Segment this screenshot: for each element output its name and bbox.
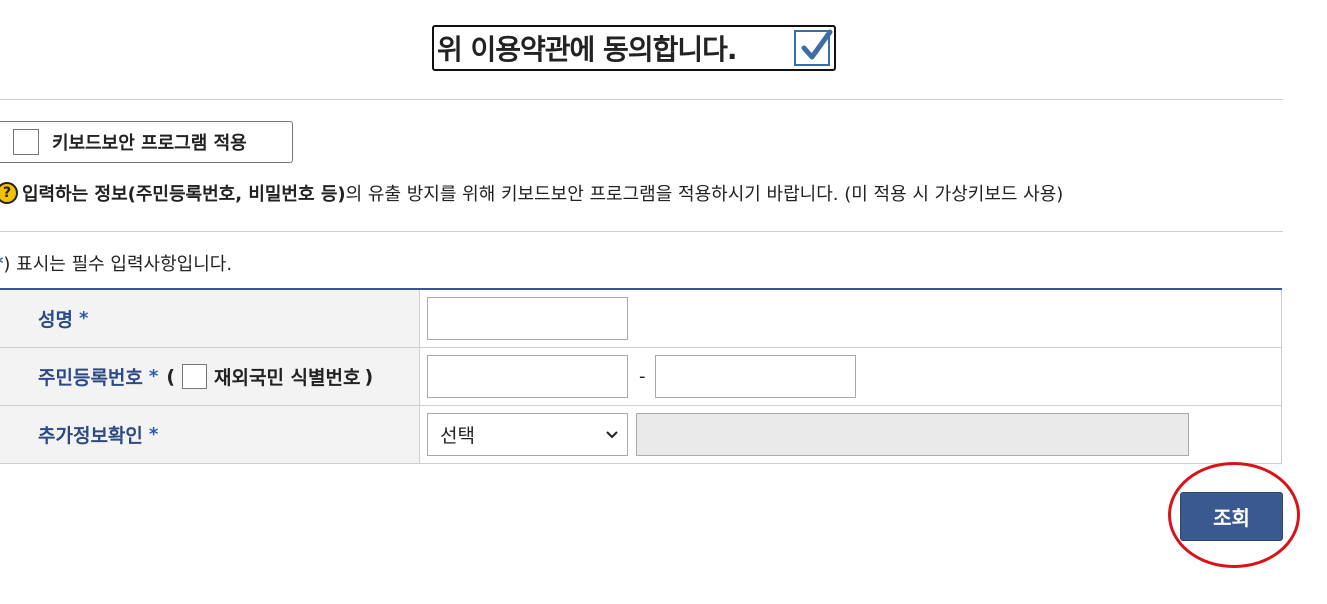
required-star-icon: *	[148, 366, 159, 387]
foreign-id-label: 재외국민 식별번호	[214, 367, 361, 389]
rrn-cell: -	[420, 348, 1282, 405]
terms-agreement-label: 위 이용약관에 동의합니다.	[437, 33, 737, 66]
foreign-id-checkbox[interactable]	[182, 364, 207, 389]
terms-agreement-checkbox[interactable]	[794, 29, 833, 66]
extra-info-field	[636, 413, 1189, 456]
extra-info-select[interactable]: 선택	[427, 413, 628, 456]
extra-cell: 선택	[420, 406, 1282, 463]
rrn-front-input[interactable]	[427, 355, 628, 398]
keyboard-security-label: 키보드보안 프로그램 적용	[52, 133, 247, 154]
rrn-header: 주민등록번호 * ( 재외국민 식별번호 )	[0, 348, 420, 405]
name-cell	[420, 290, 1282, 347]
question-circle-icon: ?	[0, 182, 18, 204]
rrn-dash: -	[639, 366, 646, 387]
extra-select-value: 선택	[440, 425, 475, 447]
form-row-name: 성명 *	[0, 290, 1282, 348]
keyboard-security-notice: ? 입력하는 정보(주민등록번호, 비밀번호 등) 의 유출 방지를 위해 키보…	[0, 180, 1063, 206]
notice-bold-text: 입력하는 정보(주민등록번호, 비밀번호 등)	[22, 184, 346, 205]
name-header: 성명 *	[0, 290, 420, 347]
input-form-table: 성명 * 주민등록번호 * ( 재외국민 식별번호 ) - 추가정보확인 * 선…	[0, 288, 1282, 464]
required-fields-note: * ) 표시는 필수 입력사항입니다.	[0, 250, 232, 276]
extra-label: 추가정보확인	[38, 425, 143, 447]
name-label: 성명	[38, 309, 73, 331]
extra-header: 추가정보확인 *	[0, 406, 420, 463]
paren-open: (	[166, 365, 175, 388]
notice-text: 의 유출 방지를 위해 키보드보안 프로그램을 적용하시기 바랍니다. (미 적…	[345, 184, 1064, 205]
form-row-extra: 추가정보확인 * 선택	[0, 406, 1282, 464]
checkmark-icon	[801, 29, 833, 60]
required-star-icon: *	[78, 308, 89, 329]
rrn-label: 주민등록번호	[38, 367, 143, 389]
name-input[interactable]	[427, 297, 628, 340]
required-note-text: ) 표시는 필수 입력사항입니다.	[3, 254, 233, 275]
paren-close: )	[364, 365, 374, 388]
chevron-down-icon	[606, 430, 618, 438]
divider	[0, 231, 1283, 232]
highlight-ring	[1168, 462, 1300, 568]
form-row-rrn: 주민등록번호 * ( 재외국민 식별번호 ) -	[0, 348, 1282, 406]
rrn-back-input[interactable]	[654, 355, 856, 398]
keyboard-security-checkbox[interactable]	[13, 129, 39, 155]
required-star-icon: *	[148, 424, 159, 445]
terms-agreement-box: 위 이용약관에 동의합니다.	[432, 25, 836, 71]
keyboard-security-toggle[interactable]: 키보드보안 프로그램 적용	[0, 121, 293, 163]
divider	[0, 99, 1283, 100]
